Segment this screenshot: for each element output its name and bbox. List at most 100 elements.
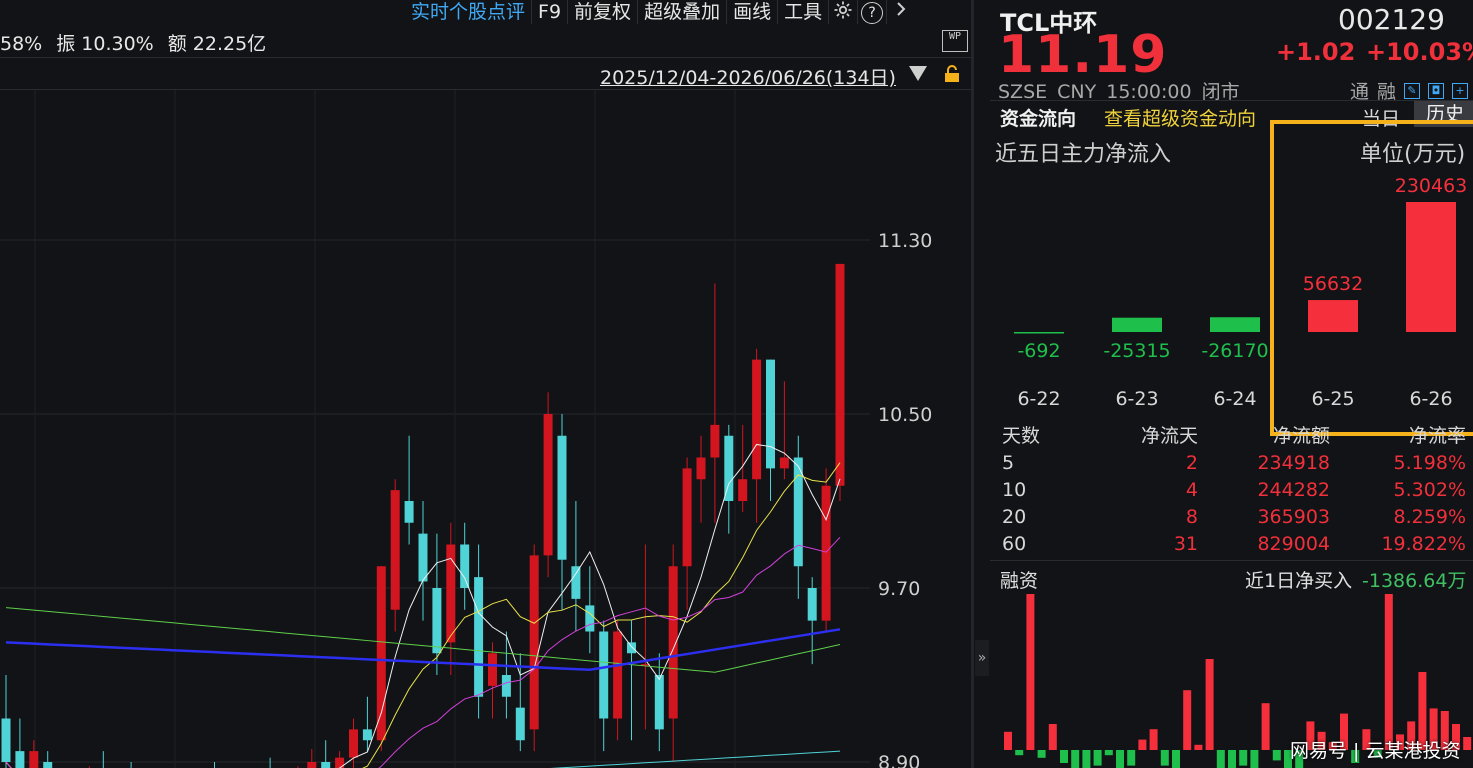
cell-days: 60	[1002, 533, 1027, 555]
date-range-link[interactable]: 2025/12/04-2026/06/26(134日)	[600, 63, 896, 90]
flow-value-label: -26170	[1201, 340, 1268, 362]
toolbar-stock-review[interactable]: 实时个股点评	[405, 0, 533, 24]
financing-bar	[1216, 750, 1225, 768]
financing-bar	[1127, 750, 1136, 766]
financing-bar	[1026, 594, 1035, 750]
help-icon[interactable]: ?	[858, 0, 888, 24]
candle-body	[529, 555, 539, 730]
toolbar-f9[interactable]: F9	[532, 0, 569, 24]
edit-icon[interactable]: ✎	[1404, 82, 1421, 99]
cell-days: 20	[1002, 506, 1027, 528]
flow-table: 天数 净流天 净流额 净流率 5 2 234918 5.198% 10 4 24…	[1002, 423, 1473, 558]
candle-body	[696, 457, 706, 480]
financing-bar	[1138, 739, 1147, 750]
cell-days: 10	[1002, 479, 1027, 501]
toolbar-draw[interactable]: 画线	[727, 0, 779, 24]
chevron-right-icon[interactable]	[887, 0, 915, 24]
stock-price: 11.19	[998, 25, 1168, 85]
candle-body	[390, 490, 400, 610]
candle-body	[488, 653, 497, 686]
add-icon[interactable]: +	[1452, 82, 1469, 99]
financing-bar	[1183, 690, 1192, 750]
cell-net-days: 8	[1185, 506, 1198, 528]
cell-net-rate: 5.302%	[1393, 479, 1466, 501]
price-stats: 58% 振 10.30% 额 22.25亿	[0, 29, 280, 56]
candle-body	[571, 566, 581, 599]
panel-splitter[interactable]	[971, 0, 974, 768]
table-row: 10 4 244282 5.302%	[1002, 477, 1473, 504]
flow-date-label: 6-23	[1115, 388, 1158, 410]
cell-net-rate: 8.259%	[1393, 506, 1466, 528]
financing-net-label: 近1日净买入	[1245, 570, 1353, 592]
candle-body	[779, 457, 789, 469]
header-net-amount: 净流额	[1272, 425, 1330, 447]
toolbar-tools[interactable]: 工具	[778, 0, 830, 24]
ma120-line	[5, 628, 841, 672]
price-change-pct: +10.03%	[1366, 38, 1473, 66]
financing-bar	[1048, 724, 1057, 750]
toolbar-adjust[interactable]: 前复权	[568, 0, 639, 24]
candle-body	[501, 675, 511, 697]
candle-body	[821, 485, 831, 621]
financing-bar	[1082, 750, 1091, 768]
candle-body	[404, 501, 414, 523]
financing-bar	[1149, 729, 1158, 750]
candle-body	[460, 544, 470, 588]
toolbar-overlay[interactable]: 超级叠加	[638, 0, 728, 24]
financing-bar	[1463, 737, 1472, 750]
cell-net-amount: 234918	[1257, 452, 1330, 474]
financing-bar	[1093, 750, 1102, 766]
wp-icon[interactable]: WP	[942, 30, 968, 52]
financing-bar	[1205, 659, 1214, 750]
lock-icon[interactable]	[943, 65, 961, 83]
table-row: 60 31 829004 19.822%	[1002, 531, 1473, 558]
candle-body	[321, 762, 331, 768]
flow-bar	[1210, 317, 1260, 332]
cell-net-rate: 5.198%	[1393, 452, 1466, 474]
gear-icon[interactable]	[829, 0, 859, 24]
collapse-icon[interactable]: »	[975, 640, 989, 676]
table-header: 天数 净流天 净流额 净流率	[1002, 423, 1473, 450]
candle-body	[627, 642, 636, 654]
candle-body	[43, 762, 53, 768]
divider	[0, 57, 972, 58]
candle-body	[585, 605, 595, 632]
cell-net-amount: 829004	[1257, 533, 1330, 555]
header-net-days: 净流天	[1140, 425, 1198, 447]
dropdown-triangle-icon[interactable]	[909, 66, 927, 81]
candle-body	[29, 751, 39, 768]
flow-value-label: -25315	[1103, 340, 1170, 362]
tab-capital-flow[interactable]: 资金流向	[1000, 104, 1076, 131]
candle-body	[418, 533, 428, 582]
financing-bar	[1194, 744, 1203, 750]
candle-body	[1, 718, 11, 762]
flow-bar	[1014, 332, 1064, 334]
financing-bar	[1015, 750, 1024, 756]
header-net-rate: 净流率	[1408, 425, 1466, 447]
candle-body	[752, 359, 762, 480]
financing-bar	[1060, 750, 1068, 763]
financing-bar	[1004, 731, 1012, 750]
super-capital-link[interactable]: 查看超级资金动向	[1104, 104, 1256, 131]
financing-bar	[1228, 750, 1236, 768]
table-row: 5 2 234918 5.198%	[1002, 450, 1473, 477]
alert-icon[interactable]: ◘	[1428, 82, 1445, 99]
financing-bar	[1037, 750, 1046, 758]
cell-days: 5	[1002, 452, 1015, 474]
financing-bar	[1272, 750, 1281, 761]
candle-body	[738, 479, 748, 501]
price-axis-label: 11.30	[878, 230, 932, 252]
flow-date-label: 6-24	[1213, 388, 1256, 410]
candle-body	[432, 588, 442, 654]
financing-bar	[1104, 750, 1113, 756]
candle-body	[15, 751, 25, 768]
financing-bar	[1071, 750, 1080, 768]
candle-body	[613, 631, 623, 719]
financing-bar	[1261, 703, 1270, 750]
candle-body	[362, 729, 372, 741]
cell-net-days: 31	[1173, 533, 1198, 555]
table-row: 20 8 365903 8.259%	[1002, 504, 1473, 531]
kline-chart[interactable]: 11.30 10.50 9.70 8.90	[0, 90, 970, 768]
candle-body	[543, 414, 553, 556]
flow-value-label: -692	[1017, 340, 1060, 362]
